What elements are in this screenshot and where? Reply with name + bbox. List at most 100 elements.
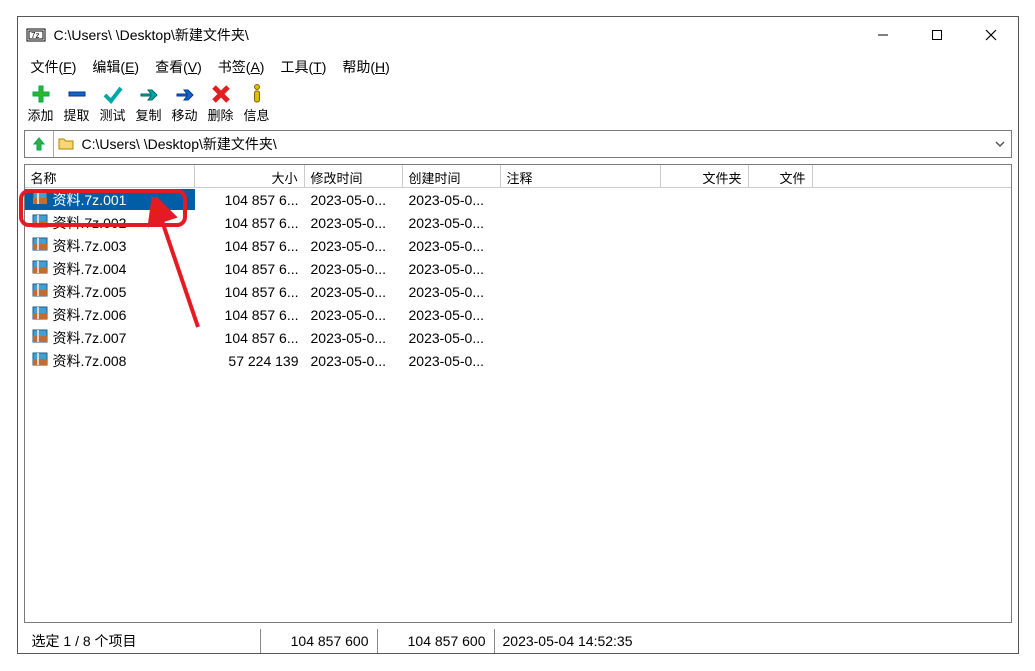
toolbar-copy[interactable]: 复制 [132, 83, 166, 124]
file-name-cell: 资料.7z.001 [25, 189, 195, 210]
file-row[interactable]: 资料.7z.00857 224 1392023-05-0...2023-05-0… [25, 349, 1011, 372]
file-size: 104 857 6... [195, 261, 305, 277]
col-comment[interactable]: 注释 [501, 165, 661, 187]
file-row[interactable]: 资料.7z.004104 857 6...2023-05-0...2023-05… [25, 257, 1011, 280]
file-name: 资料.7z.001 [53, 190, 127, 210]
col-size[interactable]: 大小 [195, 165, 305, 187]
file-name: 资料.7z.005 [53, 282, 127, 302]
nav-up-button[interactable] [25, 131, 54, 157]
file-name-cell: 资料.7z.004 [25, 258, 195, 279]
toolbar-add[interactable]: 添加 [24, 83, 58, 124]
file-created: 2023-05-0... [403, 261, 501, 277]
archive-icon [31, 350, 49, 371]
file-name-cell: 资料.7z.003 [25, 235, 195, 256]
file-modified: 2023-05-0... [305, 307, 403, 323]
file-modified: 2023-05-0... [305, 261, 403, 277]
check-icon [102, 83, 124, 105]
file-row[interactable]: 资料.7z.007104 857 6...2023-05-0...2023-05… [25, 326, 1011, 349]
file-name: 资料.7z.002 [53, 213, 127, 233]
col-created[interactable]: 创建时间 [403, 165, 501, 187]
file-list: 名称 大小 修改时间 创建时间 注释 文件夹 文件 资料.7z.001 104 8… [24, 164, 1012, 623]
col-name[interactable]: 名称 [25, 165, 195, 187]
status-bar: 选定 1 / 8 个项目 104 857 600 104 857 600 202… [18, 629, 1018, 653]
file-created: 2023-05-0... [403, 330, 501, 346]
maximize-button[interactable] [914, 19, 960, 51]
file-name-cell: 资料.7z.006 [25, 304, 195, 325]
app-icon: 7z [26, 25, 46, 45]
file-name-cell: 资料.7z.007 [25, 327, 195, 348]
file-size: 104 857 6... [195, 284, 305, 300]
menu-view[interactable]: 查看(V) [148, 55, 209, 79]
file-name-cell: 资料.7z.008 [25, 350, 195, 371]
status-time: 2023-05-04 14:52:35 [494, 629, 1012, 653]
toolbar-extract[interactable]: 提取 [60, 83, 94, 124]
menu-edit[interactable]: 编辑(E) [85, 55, 146, 79]
plus-icon [30, 83, 52, 105]
file-row[interactable]: 资料.7z.006104 857 6...2023-05-0...2023-05… [25, 303, 1011, 326]
file-size: 57 224 139 [195, 353, 305, 369]
archive-icon [31, 212, 49, 233]
archive-icon [31, 189, 49, 210]
file-name-cell: 资料.7z.002 [25, 212, 195, 233]
address-dropdown[interactable] [989, 138, 1011, 150]
file-created: 2023-05-0... [403, 238, 501, 254]
file-rows: 资料.7z.001104 857 6...2023-05-0...2023-05… [25, 188, 1011, 622]
file-created: 2023-05-0... [403, 307, 501, 323]
archive-icon [31, 304, 49, 325]
file-row[interactable]: 资料.7z.001104 857 6...2023-05-0...2023-05… [25, 188, 1011, 211]
file-row[interactable]: 资料.7z.005104 857 6...2023-05-0...2023-05… [25, 280, 1011, 303]
file-created: 2023-05-0... [403, 192, 501, 208]
minus-icon [66, 83, 88, 105]
file-modified: 2023-05-0... [305, 215, 403, 231]
archive-icon [31, 281, 49, 302]
toolbar-delete[interactable]: 删除 [204, 83, 238, 124]
file-created: 2023-05-0... [403, 215, 501, 231]
svg-text:7z: 7z [31, 31, 39, 40]
copy-arrow-icon [138, 83, 160, 105]
file-created: 2023-05-0... [403, 353, 501, 369]
col-modified[interactable]: 修改时间 [305, 165, 403, 187]
file-row[interactable]: 资料.7z.002104 857 6...2023-05-0...2023-05… [25, 211, 1011, 234]
close-button[interactable] [968, 19, 1014, 51]
file-size: 104 857 6... [195, 215, 305, 231]
menu-tools[interactable]: 工具(T) [273, 55, 333, 79]
info-icon [246, 83, 268, 105]
file-size: 104 857 6... [195, 307, 305, 323]
file-size: 104 857 6... [195, 330, 305, 346]
status-size1: 104 857 600 [260, 629, 377, 653]
file-row[interactable]: 资料.7z.003104 857 6...2023-05-0...2023-05… [25, 234, 1011, 257]
archive-icon [31, 327, 49, 348]
archive-icon [31, 235, 49, 256]
title-bar: 7z C:\Users\ \Desktop\新建文件夹\ [18, 17, 1018, 53]
toolbar-test[interactable]: 测试 [96, 83, 130, 124]
menu-file[interactable]: 文件(F) [24, 55, 84, 79]
folder-icon [54, 135, 78, 153]
window-title: C:\Users\ \Desktop\新建文件夹\ [54, 25, 852, 45]
file-modified: 2023-05-0... [305, 353, 403, 369]
file-name: 资料.7z.006 [53, 305, 127, 325]
col-files[interactable]: 文件 [749, 165, 813, 187]
minimize-button[interactable] [860, 19, 906, 51]
file-size: 104 857 6... [195, 238, 305, 254]
status-size2: 104 857 600 [377, 629, 494, 653]
file-name: 资料.7z.008 [53, 351, 127, 371]
file-created: 2023-05-0... [403, 284, 501, 300]
toolbar-move[interactable]: 移动 [168, 83, 202, 124]
address-bar: C:\Users\ \Desktop\新建文件夹\ [24, 130, 1012, 158]
col-folders[interactable]: 文件夹 [661, 165, 749, 187]
toolbar: 添加 提取 测试 复制 移动 删除 信息 [18, 83, 1018, 128]
menu-bookmarks[interactable]: 书签(A) [211, 55, 272, 79]
file-modified: 2023-05-0... [305, 330, 403, 346]
toolbar-info[interactable]: 信息 [240, 83, 274, 124]
file-modified: 2023-05-0... [305, 284, 403, 300]
file-size: 104 857 6... [195, 192, 305, 208]
file-name-cell: 资料.7z.005 [25, 281, 195, 302]
menu-help[interactable]: 帮助(H) [335, 55, 396, 79]
move-arrow-icon [174, 83, 196, 105]
file-modified: 2023-05-0... [305, 238, 403, 254]
chevron-down-icon [994, 138, 1006, 150]
address-input[interactable]: C:\Users\ \Desktop\新建文件夹\ [78, 134, 989, 154]
file-name: 资料.7z.004 [53, 259, 127, 279]
file-modified: 2023-05-0... [305, 192, 403, 208]
up-arrow-icon [31, 136, 47, 152]
